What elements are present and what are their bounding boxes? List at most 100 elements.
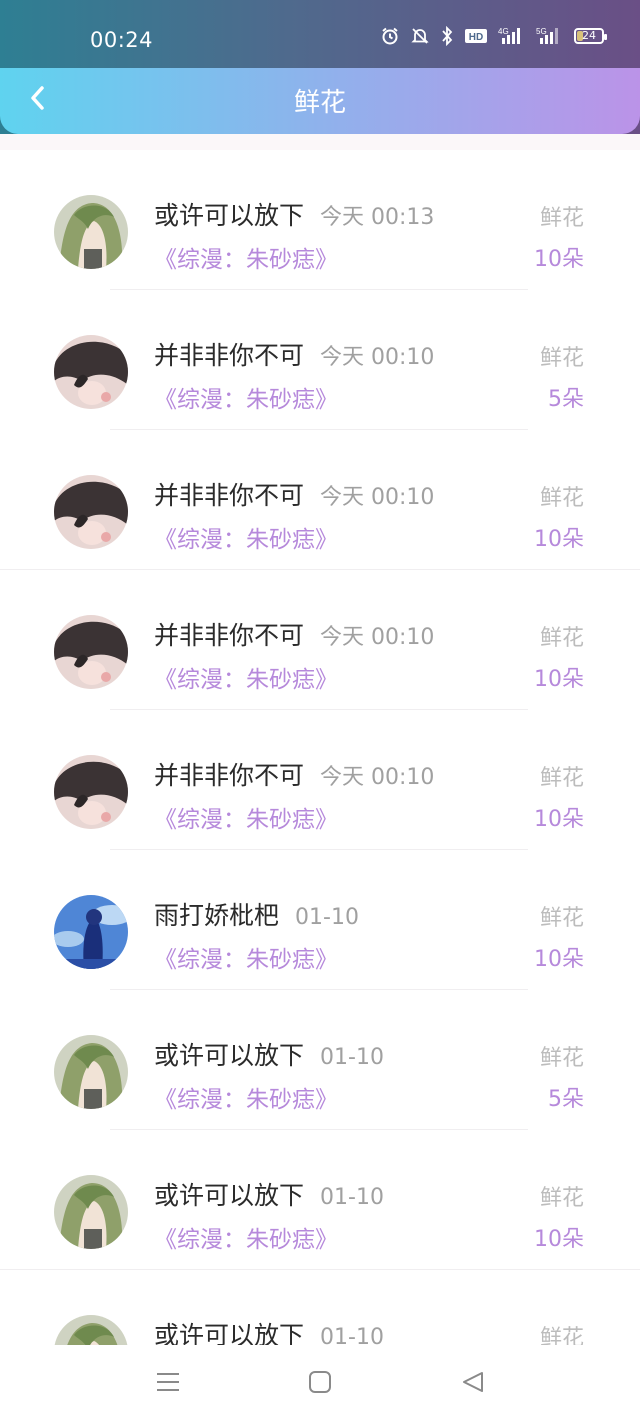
svg-text:4G: 4G <box>498 27 509 36</box>
sender-name-text: 或许可以放下 <box>154 201 305 230</box>
hd-icon: HD <box>464 27 488 45</box>
avatar[interactable] <box>54 895 128 969</box>
avatar-dark-hair-image <box>54 755 128 829</box>
status-icons: HD 4G 5G 24 <box>380 26 607 46</box>
gift-count: 10朵 <box>534 1227 584 1252</box>
menu-button[interactable] <box>153 1369 183 1399</box>
avatar[interactable] <box>54 1175 128 1249</box>
sender-name: 或许可以放下 01-10 <box>154 1316 384 1345</box>
sender-name-text: 并非非你不可 <box>154 341 305 370</box>
avatar-dark-hair-image <box>54 335 128 409</box>
sender-name-text: 或许可以放下 <box>154 1181 305 1210</box>
avatar[interactable] <box>54 1315 128 1345</box>
status-time: 00:24 <box>90 28 154 52</box>
status-bar: 00:24 HD 4G 5G 24 <box>0 0 640 68</box>
bluetooth-icon <box>440 26 454 46</box>
gift-type: 鲜花 <box>539 486 584 511</box>
avatar-green-hair-image <box>54 1035 128 1109</box>
list-item[interactable]: 雨打娇枇杷 01-10 《综漫：朱砂痣》 鲜花 10朵 <box>0 850 640 990</box>
home-button[interactable] <box>305 1369 335 1399</box>
gift-type: 鲜花 <box>539 1186 584 1211</box>
sender-name-text: 并非非你不可 <box>154 481 305 510</box>
svg-text:5G: 5G <box>536 27 547 36</box>
sender-name-text: 或许可以放下 <box>154 1041 305 1070</box>
avatar-dark-hair-image <box>54 615 128 689</box>
sender-name: 并非非你不可 今天 00:10 <box>154 756 434 792</box>
gift-type: 鲜花 <box>539 906 584 931</box>
system-nav-bar <box>0 1345 640 1422</box>
send-time: 今天 00:10 <box>320 625 435 650</box>
svg-text:HD: HD <box>469 32 483 43</box>
gift-type: 鲜花 <box>539 346 584 371</box>
battery-text: 24 <box>582 29 596 42</box>
gift-record-list[interactable]: 或许可以放下 今天 00:13 《综漫：朱砂痣》 鲜花 10朵 并非非你不可 今天 … <box>0 150 640 1345</box>
gift-count: 10朵 <box>534 667 584 692</box>
gift-count: 10朵 <box>534 947 584 972</box>
header-spacer <box>0 134 640 150</box>
back-triangle-icon <box>461 1370 485 1398</box>
avatar-blue-sky-image <box>54 895 128 969</box>
book-title[interactable]: 《综漫：朱砂痣》 <box>154 800 338 834</box>
send-time: 今天 00:13 <box>320 205 435 230</box>
gift-type: 鲜花 <box>539 626 584 651</box>
page-title: 鲜花 <box>293 88 346 118</box>
send-time: 01-10 <box>295 905 359 930</box>
back-nav-button[interactable] <box>458 1369 488 1399</box>
send-time: 01-10 <box>320 1325 384 1345</box>
book-title[interactable]: 《综漫：朱砂痣》 <box>154 520 338 554</box>
sender-name: 并非非你不可 今天 00:10 <box>154 616 434 652</box>
avatar[interactable] <box>54 475 128 549</box>
battery-cap <box>604 34 607 40</box>
book-title[interactable]: 《综漫：朱砂痣》 <box>154 380 338 414</box>
gift-count: 5朵 <box>548 1087 584 1112</box>
mute-icon <box>410 26 430 46</box>
avatar[interactable] <box>54 1035 128 1109</box>
send-time: 01-10 <box>320 1185 384 1210</box>
book-title[interactable]: 《综漫：朱砂痣》 <box>154 1080 338 1114</box>
header-bar: 鲜花 <box>0 68 640 134</box>
list-item[interactable]: 并非非你不可 今天 00:10 《综漫：朱砂痣》 鲜花 10朵 <box>0 430 640 570</box>
list-item[interactable]: 并非非你不可 今天 00:10 《综漫：朱砂痣》 鲜花 10朵 <box>0 710 640 850</box>
send-time: 今天 00:10 <box>320 485 435 510</box>
battery-icon: 24 <box>574 28 607 44</box>
list-item[interactable]: 或许可以放下 01-10 《综漫：朱砂痣》 鲜花 10朵 <box>0 1130 640 1270</box>
gift-count: 10朵 <box>534 527 584 552</box>
sender-name: 并非非你不可 今天 00:10 <box>154 336 434 372</box>
list-item[interactable]: 并非非你不可 今天 00:10 《综漫：朱砂痣》 鲜花 5朵 <box>0 290 640 430</box>
gift-type: 鲜花 <box>539 766 584 791</box>
gift-type: 鲜花 <box>539 206 584 231</box>
send-time: 今天 00:10 <box>320 765 435 790</box>
book-title[interactable]: 《综漫：朱砂痣》 <box>154 1220 338 1254</box>
sender-name: 或许可以放下 今天 00:13 <box>154 196 434 232</box>
avatar-green-hair-image <box>54 195 128 269</box>
signal-5g-icon: 5G <box>536 26 564 46</box>
list-item[interactable]: 或许可以放下 01-10 鲜花 <box>0 1270 640 1345</box>
alarm-icon <box>380 26 400 46</box>
list-item[interactable]: 并非非你不可 今天 00:10 《综漫：朱砂痣》 鲜花 10朵 <box>0 570 640 710</box>
book-title[interactable]: 《综漫：朱砂痣》 <box>154 240 338 274</box>
avatar-dark-hair-image <box>54 475 128 549</box>
avatar-green-hair-image <box>54 1315 128 1345</box>
avatar[interactable] <box>54 335 128 409</box>
screen: 00:24 HD 4G 5G 24 鲜花 或许可以放下 今天 00:13 《综漫… <box>0 0 640 1422</box>
avatar[interactable] <box>54 755 128 829</box>
signal-4g-icon: 4G <box>498 26 526 46</box>
send-time: 今天 00:10 <box>320 345 435 370</box>
avatar[interactable] <box>54 195 128 269</box>
sender-name: 或许可以放下 01-10 <box>154 1036 384 1072</box>
gift-type: 鲜花 <box>539 1326 584 1345</box>
list-item[interactable]: 或许可以放下 01-10 《综漫：朱砂痣》 鲜花 5朵 <box>0 990 640 1130</box>
sender-name: 雨打娇枇杷 01-10 <box>154 896 359 932</box>
sender-name-text: 并非非你不可 <box>154 621 305 650</box>
sender-name-text: 并非非你不可 <box>154 761 305 790</box>
book-title[interactable]: 《综漫：朱砂痣》 <box>154 660 338 694</box>
book-title[interactable]: 《综漫：朱砂痣》 <box>154 940 338 974</box>
sender-name-text: 雨打娇枇杷 <box>154 901 280 930</box>
list-item[interactable]: 或许可以放下 今天 00:13 《综漫：朱砂痣》 鲜花 10朵 <box>0 150 640 290</box>
gift-type: 鲜花 <box>539 1046 584 1071</box>
avatar[interactable] <box>54 615 128 689</box>
avatar-green-hair-image <box>54 1175 128 1249</box>
gift-count: 10朵 <box>534 807 584 832</box>
sender-name: 并非非你不可 今天 00:10 <box>154 476 434 512</box>
gift-count: 5朵 <box>548 387 584 412</box>
